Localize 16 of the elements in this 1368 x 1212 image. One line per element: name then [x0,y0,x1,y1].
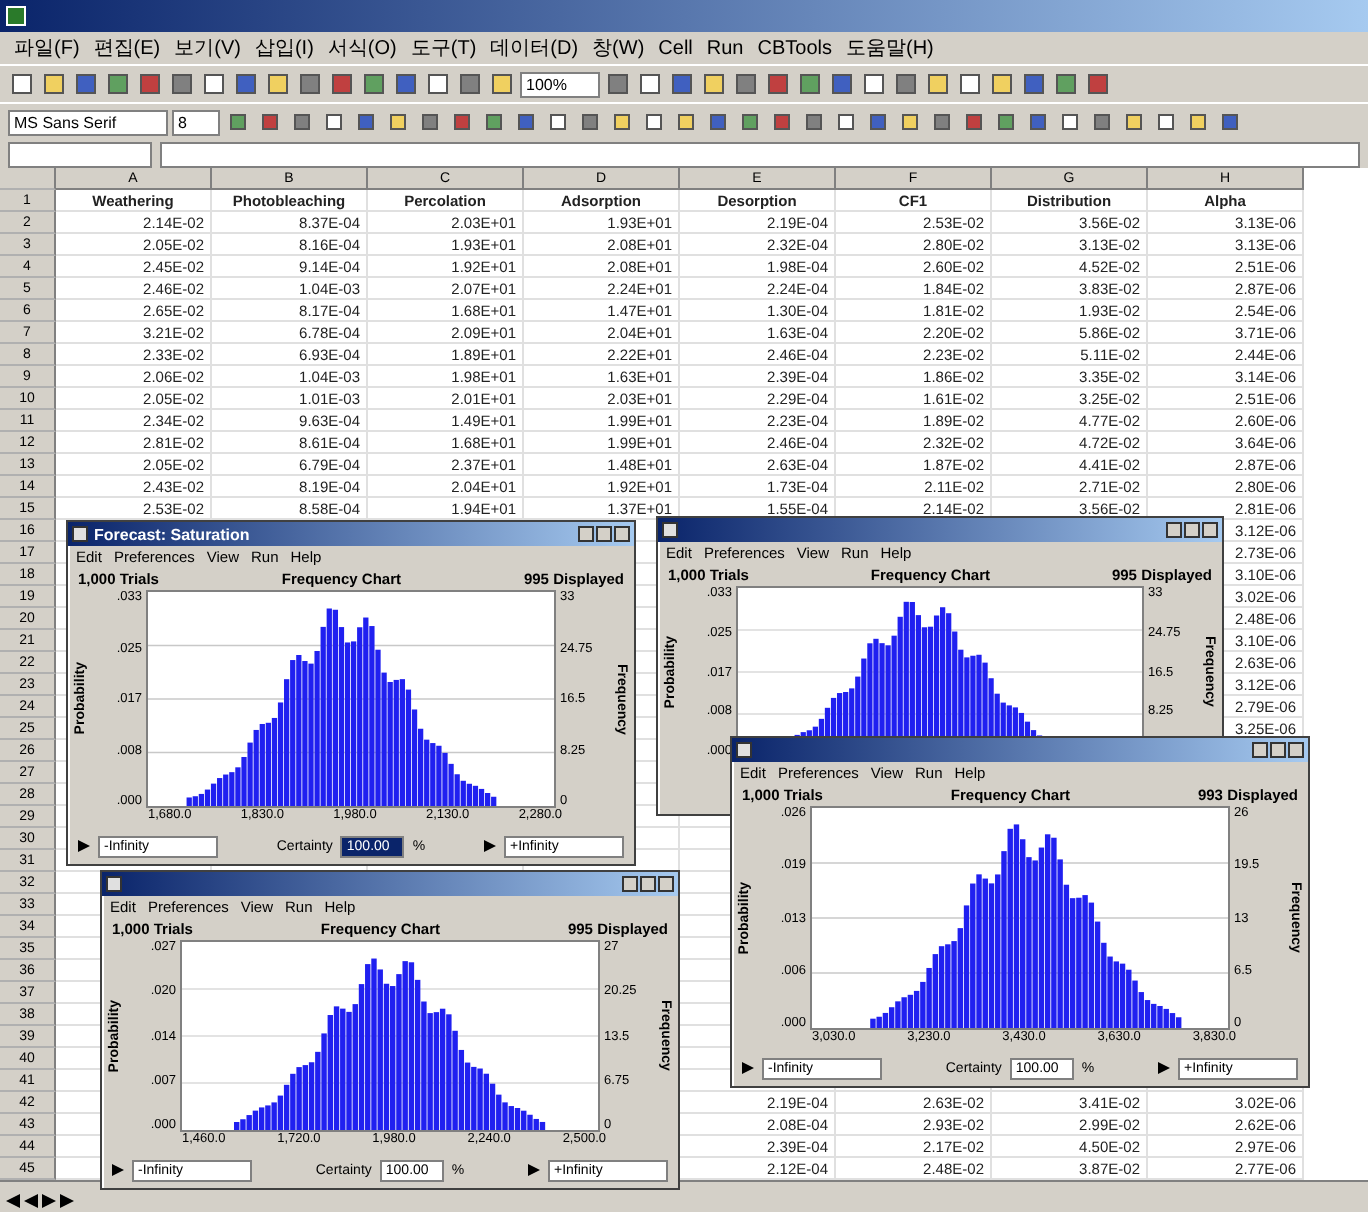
font-field[interactable]: MS Sans Serif [8,109,168,135]
menu-item[interactable]: 도구(T) [404,34,483,62]
menu-item[interactable]: 삽입(I) [248,34,320,62]
menu-item[interactable]: 도움말(H) [840,34,940,62]
menu-item[interactable]: Cell [652,37,699,59]
menu-item[interactable]: 서식(O) [321,34,403,62]
menu-item[interactable]: CBTools [751,37,838,59]
font-size-field[interactable]: 8 [172,109,220,135]
menu-item[interactable]: 편집(E) [87,34,167,62]
zoom-field[interactable]: 100% [520,71,600,97]
window-title: Forecast: Saturation [94,525,252,543]
menu-item[interactable]: Run [700,37,750,59]
menu-item[interactable]: 보기(V) [168,34,247,62]
menu-item[interactable]: 파일(F) [8,34,86,62]
menu-item[interactable]: 데이터(D) [484,34,585,62]
menu-item[interactable]: 창(W) [586,34,651,62]
